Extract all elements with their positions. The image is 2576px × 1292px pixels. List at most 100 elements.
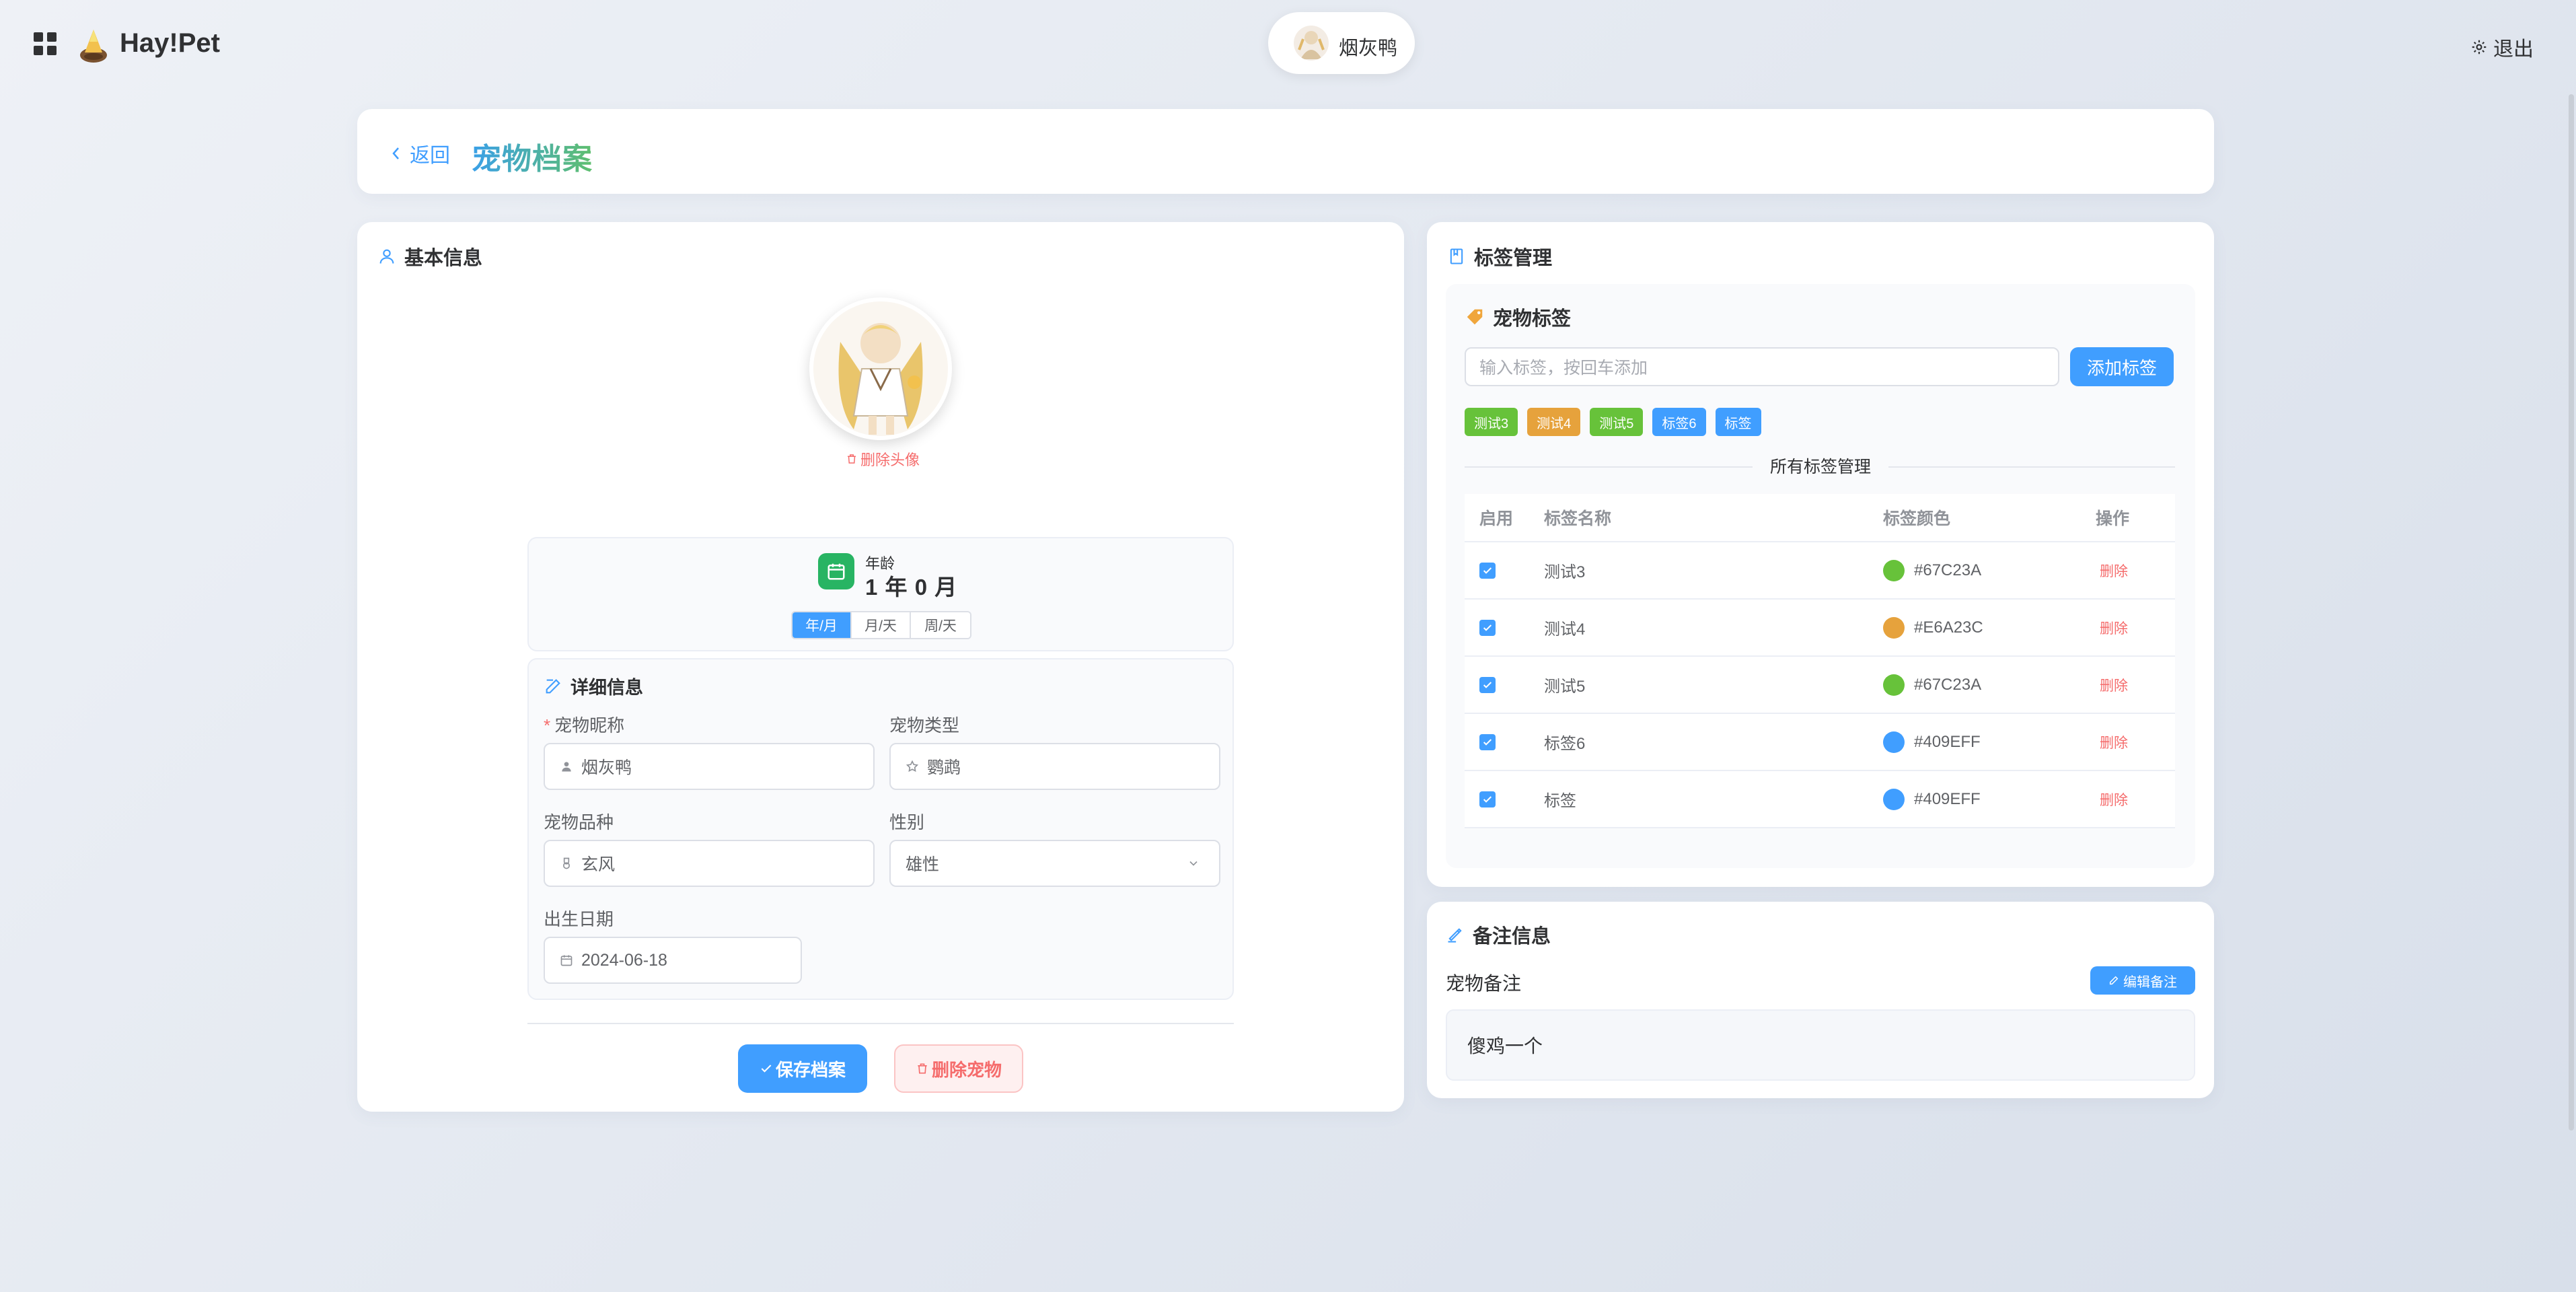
- delete-tag-button[interactable]: 删除: [2100, 732, 2128, 752]
- enable-checkbox[interactable]: [1479, 676, 1496, 693]
- user-avatar: [1294, 26, 1329, 61]
- page-header-card: 返回 宠物档案: [357, 109, 2214, 194]
- type-value: 鹦鹉: [927, 758, 961, 777]
- color-swatch: [1883, 731, 1905, 753]
- delete-pet-button[interactable]: 删除宠物: [894, 1044, 1023, 1093]
- delete-tag-button[interactable]: 删除: [2100, 618, 2128, 638]
- gender-select[interactable]: 雄性: [889, 840, 1220, 887]
- back-link[interactable]: 返回: [390, 139, 450, 168]
- column-header-color: 标签颜色: [1883, 509, 1951, 528]
- notes-title: 备注信息: [1446, 921, 1551, 949]
- calendar-icon: [560, 955, 573, 966]
- check-icon: [761, 1065, 772, 1073]
- page-title: 宠物档案: [472, 135, 593, 178]
- type-field[interactable]: 鹦鹉: [889, 743, 1220, 790]
- tag-name-cell: 标签: [1544, 792, 1576, 810]
- table-row: 测试4 #E6A23C 删除: [1465, 600, 2175, 657]
- details-title: 详细信息: [544, 673, 643, 699]
- apps-grid-icon[interactable]: [34, 32, 57, 55]
- notes-card: 备注信息 宠物备注 编辑备注 傻鸡一个: [1427, 902, 2214, 1098]
- save-profile-button[interactable]: 保存档案: [738, 1044, 867, 1093]
- check-icon: [1483, 567, 1492, 574]
- age-mode-week-day[interactable]: 周/天: [911, 612, 970, 638]
- tag-input[interactable]: 输入标签，按回车添加: [1465, 347, 2059, 386]
- logout-button[interactable]: 退出: [2470, 32, 2534, 62]
- tag-management-title: 标签管理: [1447, 242, 1552, 271]
- pet-tags-panel: 宠物标签 输入标签，按回车添加 添加标签 测试3 测试4 测试5 标签6 标签 …: [1446, 284, 2195, 868]
- breed-label: 宠物品种: [544, 812, 614, 832]
- tag-chip[interactable]: 测试5: [1590, 408, 1644, 436]
- brand-name[interactable]: Hay!Pet: [120, 28, 220, 59]
- nickname-value: 烟灰鸭: [581, 758, 632, 777]
- tag-name-cell: 测试3: [1544, 563, 1586, 581]
- tag-management-card: 标签管理 宠物标签 输入标签，按回车添加 添加标签 测试3 测试4 测试5 标签…: [1427, 222, 2214, 887]
- edit-notes-button[interactable]: 编辑备注: [2090, 966, 2195, 995]
- basic-info-title: 基本信息: [377, 242, 482, 271]
- logout-label: 退出: [2493, 38, 2534, 61]
- delete-tag-button[interactable]: 删除: [2100, 675, 2128, 695]
- tag-name-cell: 测试5: [1544, 678, 1586, 696]
- tag-name-cell: 测试4: [1544, 620, 1586, 639]
- tag-color-cell: #67C23A: [1914, 561, 1982, 579]
- user-menu[interactable]: 烟灰鸭: [1268, 12, 1415, 74]
- top-bar: Hay!Pet 烟灰鸭 退出: [0, 0, 2576, 87]
- notes-title-text: 备注信息: [1473, 926, 1551, 947]
- birth-date-field[interactable]: 2024-06-18: [544, 937, 802, 984]
- enable-checkbox[interactable]: [1479, 733, 1496, 750]
- tag-chip[interactable]: 测试4: [1527, 408, 1581, 436]
- column-header-name: 标签名称: [1544, 509, 1612, 528]
- page-scrollbar[interactable]: [2569, 94, 2574, 1130]
- enable-checkbox[interactable]: [1479, 791, 1496, 808]
- tag-color-cell: #E6A23C: [1914, 618, 1983, 637]
- tag-chip[interactable]: 标签6: [1652, 408, 1706, 436]
- medal-icon: [563, 857, 570, 869]
- table-row: 测试5 #67C23A 删除: [1465, 657, 2175, 714]
- gender-label: 性别: [889, 812, 925, 832]
- tag-chip[interactable]: 标签: [1715, 408, 1761, 436]
- pet-avatar[interactable]: [809, 297, 952, 440]
- logo-icon: [80, 30, 107, 63]
- tag-input-placeholder: 输入标签，按回车添加: [1479, 359, 1648, 378]
- delete-tag-button[interactable]: 删除: [2100, 561, 2128, 581]
- notes-label: 宠物备注: [1446, 973, 1522, 994]
- column-header-action: 操作: [2096, 509, 2130, 528]
- remove-avatar-button[interactable]: 删除头像: [846, 448, 920, 470]
- pet-tags-title-text: 宠物标签: [1493, 308, 1572, 330]
- breed-field[interactable]: 玄风: [544, 840, 875, 887]
- notes-content: 傻鸡一个: [1446, 1009, 2195, 1081]
- age-mode-year-month[interactable]: 年/月: [793, 612, 852, 638]
- user-icon: [562, 762, 571, 772]
- check-icon: [1483, 681, 1492, 688]
- birth-date-value: 2024-06-18: [581, 950, 667, 970]
- enable-checkbox[interactable]: [1479, 619, 1496, 636]
- delete-tag-button[interactable]: 删除: [2100, 789, 2128, 810]
- nickname-field[interactable]: 烟灰鸭: [544, 743, 875, 790]
- gender-value: 雄性: [906, 855, 940, 874]
- table-header-row: 启用 标签名称 标签颜色 操作: [1465, 494, 2175, 542]
- details-panel: 详细信息 * 宠物昵称 烟灰鸭 宠物类型 鹦鹉 宠物品种 玄风 性别 雄性 出生…: [527, 658, 1234, 1000]
- calendar-icon: [827, 563, 845, 580]
- enable-checkbox[interactable]: [1479, 562, 1496, 579]
- column-header-enabled: 启用: [1479, 509, 1514, 528]
- check-icon: [1483, 738, 1492, 746]
- chevron-down-icon: [1189, 861, 1198, 866]
- add-tag-button[interactable]: 添加标签: [2070, 347, 2174, 386]
- age-unit-toggle: 年/月 月/天 周/天: [791, 611, 971, 639]
- trash-icon: [848, 454, 856, 464]
- table-row: 标签 #409EFF 删除: [1465, 771, 2175, 828]
- age-mode-month-day[interactable]: 月/天: [852, 612, 911, 638]
- tag-icon: [1467, 309, 1483, 325]
- age-panel: 年龄 1 年 0 月 年/月 月/天 周/天: [527, 537, 1234, 651]
- remove-avatar-label: 删除头像: [860, 452, 920, 468]
- user-name: 烟灰鸭: [1339, 38, 1398, 59]
- tag-chip[interactable]: 测试3: [1465, 408, 1518, 436]
- edit-icon: [2109, 976, 2119, 985]
- nickname-label: * 宠物昵称: [544, 712, 624, 737]
- breed-value: 玄风: [581, 855, 616, 874]
- tag-management-title-text: 标签管理: [1474, 248, 1553, 269]
- required-mark: *: [544, 715, 551, 735]
- trash-icon: [918, 1063, 927, 1074]
- app-root: Hay!Pet 烟灰鸭 退出 返回 宠物档案 基本信息 删除头像 年龄 1 年 …: [0, 0, 2576, 1292]
- age-value: 1 年 0 月: [865, 575, 958, 600]
- details-title-text: 详细信息: [571, 678, 643, 698]
